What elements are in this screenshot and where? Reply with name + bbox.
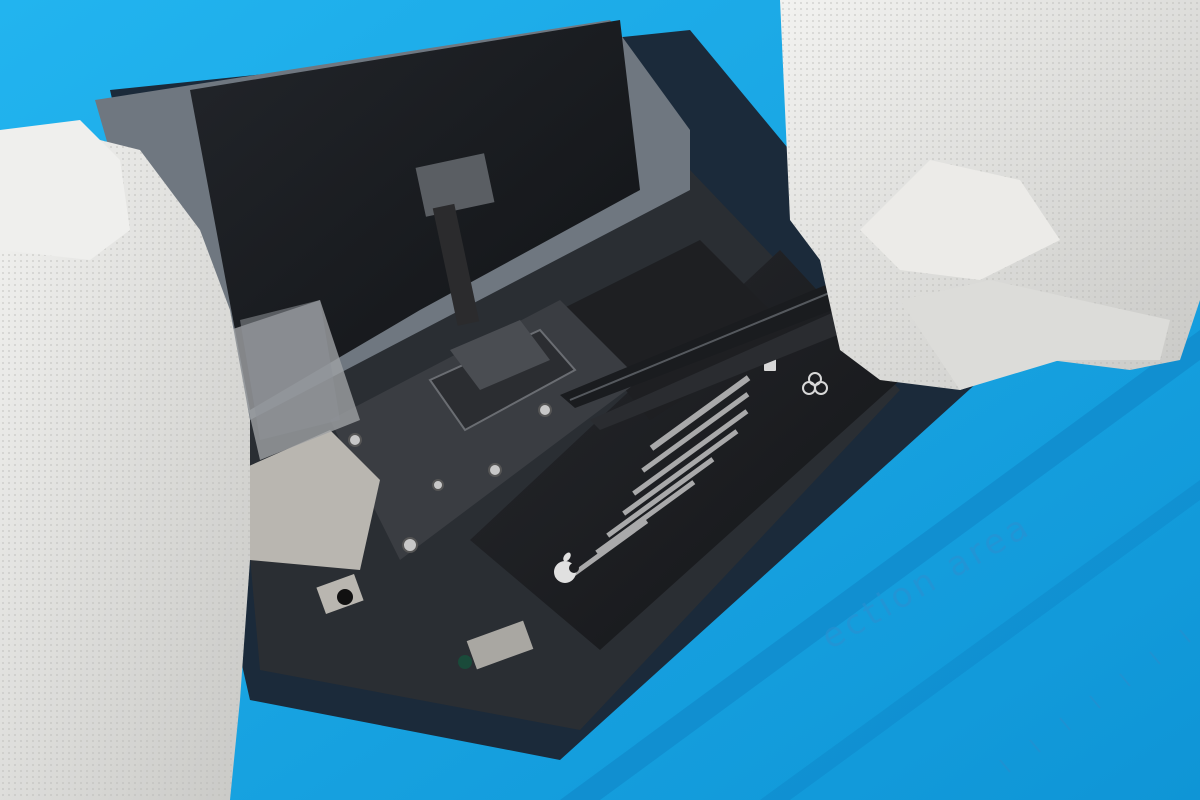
- repair-scene: ection area: [0, 0, 1200, 800]
